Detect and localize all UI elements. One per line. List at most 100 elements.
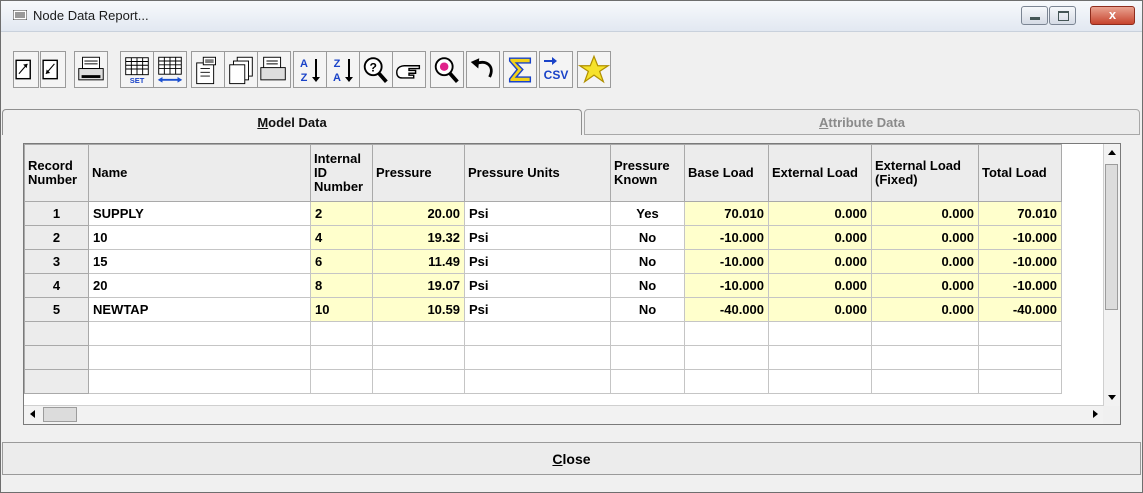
table-cell[interactable]: [768, 321, 872, 346]
table-cell[interactable]: [610, 369, 685, 394]
table-cell[interactable]: [610, 321, 685, 346]
table-cell[interactable]: [24, 369, 89, 394]
table-row[interactable]: 2 10 4 19.32 Psi No -10.000 0.000 0.000 -10.000: [24, 225, 1062, 250]
record-number-cell[interactable]: 5: [24, 297, 89, 322]
table-cell[interactable]: 0.000: [871, 273, 979, 298]
table-cell[interactable]: [871, 345, 979, 370]
tab-attribute-data[interactable]: Attribute Data: [584, 109, 1140, 135]
table-cell[interactable]: 8: [310, 273, 373, 298]
table-cell[interactable]: 10: [310, 297, 373, 322]
scroll-down-arrow-icon[interactable]: [1104, 389, 1120, 406]
table-cell[interactable]: No: [610, 249, 685, 274]
sum-button[interactable]: [503, 51, 537, 88]
grid-set-button[interactable]: SET: [120, 51, 154, 88]
table-cell[interactable]: -40.000: [684, 297, 769, 322]
table-cell[interactable]: 0.000: [768, 273, 872, 298]
table-row[interactable]: 4 20 8 19.07 Psi No -10.000 0.000 0.000 -10.000: [24, 273, 1062, 298]
close-button[interactable]: Close: [2, 442, 1141, 475]
window-menu-icon[interactable]: [13, 10, 27, 20]
column-header[interactable]: Base Load: [684, 144, 769, 202]
table-cell[interactable]: [978, 345, 1062, 370]
tab-model-data[interactable]: Model Data: [2, 109, 582, 135]
table-cell[interactable]: 70.010: [978, 201, 1062, 226]
table-cell[interactable]: [372, 345, 465, 370]
column-header[interactable]: External Load (Fixed): [871, 144, 979, 202]
table-cell[interactable]: [978, 321, 1062, 346]
table-cell[interactable]: 0.000: [768, 249, 872, 274]
table-cell[interactable]: [88, 321, 311, 346]
column-header[interactable]: Pressure Known: [610, 144, 685, 202]
maximize-button[interactable]: [1049, 6, 1076, 25]
table-cell[interactable]: [768, 369, 872, 394]
vertical-scroll-thumb[interactable]: [1105, 164, 1118, 310]
table-cell[interactable]: Yes: [610, 201, 685, 226]
table-cell[interactable]: [978, 369, 1062, 394]
table-cell[interactable]: 0.000: [768, 201, 872, 226]
copy-all-pages-button[interactable]: [224, 51, 258, 88]
horizontal-scroll-thumb[interactable]: [43, 407, 77, 422]
table-row[interactable]: 1 SUPPLY 2 20.00 Psi Yes 70.010 0.000 0.000 70.01…: [24, 201, 1062, 226]
column-header[interactable]: Internal ID Number: [310, 144, 373, 202]
table-cell[interactable]: NEWTAP: [88, 297, 311, 322]
horizontal-scrollbar[interactable]: [24, 405, 1104, 424]
grid-width-button[interactable]: [153, 51, 187, 88]
table-cell[interactable]: Psi: [464, 249, 611, 274]
table-cell[interactable]: [464, 345, 611, 370]
table-cell[interactable]: [310, 345, 373, 370]
table-cell[interactable]: [464, 321, 611, 346]
table-cell[interactable]: No: [610, 225, 685, 250]
table-row[interactable]: 3 15 6 11.49 Psi No -10.000 0.000 0.000 -10.000: [24, 249, 1062, 274]
table-cell[interactable]: [88, 369, 311, 394]
data-grid[interactable]: Record Number Name Internal ID Number Press…: [23, 143, 1121, 425]
close-window-button[interactable]: x: [1090, 6, 1135, 25]
scroll-up-arrow-icon[interactable]: [1104, 144, 1120, 161]
table-cell[interactable]: 10: [88, 225, 311, 250]
table-cell[interactable]: [310, 321, 373, 346]
table-cell[interactable]: [684, 345, 769, 370]
sort-descending-button[interactable]: Z A: [326, 51, 360, 88]
table-cell[interactable]: Psi: [464, 273, 611, 298]
table-cell[interactable]: 70.010: [684, 201, 769, 226]
find-button[interactable]: ?: [359, 51, 393, 88]
table-cell[interactable]: No: [610, 273, 685, 298]
column-header[interactable]: Name: [88, 144, 311, 202]
table-cell[interactable]: -10.000: [684, 249, 769, 274]
table-cell[interactable]: 20: [88, 273, 311, 298]
table-cell[interactable]: 2: [310, 201, 373, 226]
table-cell[interactable]: 20.00: [372, 201, 465, 226]
table-row-empty[interactable]: [24, 369, 1062, 394]
table-cell[interactable]: Psi: [464, 201, 611, 226]
expand-window-button[interactable]: [13, 51, 39, 88]
record-number-cell[interactable]: 1: [24, 201, 89, 226]
scroll-left-arrow-icon[interactable]: [24, 406, 41, 423]
record-number-cell[interactable]: 4: [24, 273, 89, 298]
table-cell[interactable]: [372, 321, 465, 346]
column-header[interactable]: External Load: [768, 144, 872, 202]
table-cell[interactable]: 15: [88, 249, 311, 274]
table-cell[interactable]: -10.000: [684, 273, 769, 298]
table-cell[interactable]: [310, 369, 373, 394]
record-number-cell[interactable]: 3: [24, 249, 89, 274]
table-cell[interactable]: 19.32: [372, 225, 465, 250]
table-cell[interactable]: Psi: [464, 297, 611, 322]
table-cell[interactable]: 0.000: [768, 225, 872, 250]
table-cell[interactable]: [871, 321, 979, 346]
table-cell[interactable]: 0.000: [871, 201, 979, 226]
table-cell[interactable]: [24, 345, 89, 370]
minimize-button[interactable]: [1021, 6, 1048, 25]
table-cell[interactable]: [610, 345, 685, 370]
undo-button[interactable]: [466, 51, 500, 88]
shrink-window-button[interactable]: [40, 51, 66, 88]
print-preview-button[interactable]: [257, 51, 291, 88]
table-cell[interactable]: -40.000: [978, 297, 1062, 322]
table-cell[interactable]: 4: [310, 225, 373, 250]
vertical-scrollbar[interactable]: [1103, 144, 1120, 406]
favorite-star-button[interactable]: [577, 51, 611, 88]
table-cell[interactable]: [684, 369, 769, 394]
table-cell[interactable]: [372, 369, 465, 394]
column-header[interactable]: Record Number: [24, 144, 89, 202]
table-cell[interactable]: [464, 369, 611, 394]
export-csv-button[interactable]: CSV: [539, 51, 573, 88]
table-row[interactable]: 5 NEWTAP 10 10.59 Psi No -40.000 0.000 0.000 -40.…: [24, 297, 1062, 322]
table-cell[interactable]: 19.07: [372, 273, 465, 298]
